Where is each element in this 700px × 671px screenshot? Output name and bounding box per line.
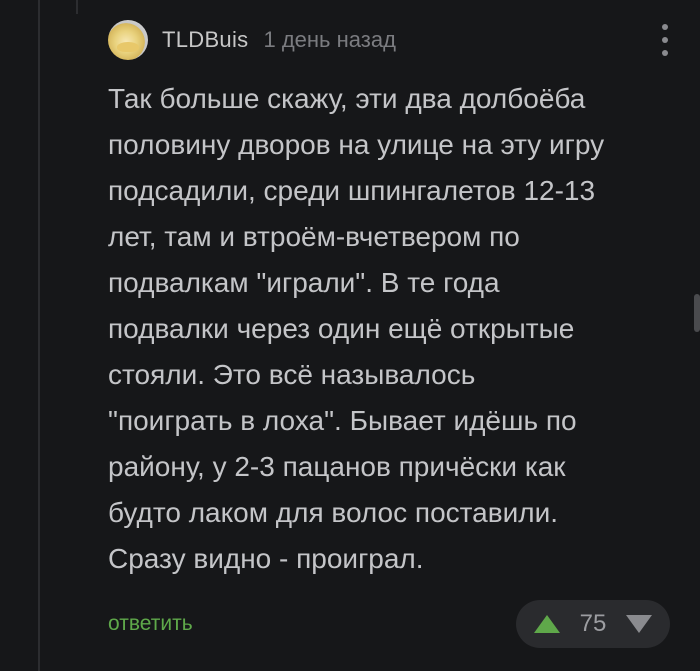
- comment-body: Так больше скажу, эти два долбоёба полов…: [108, 76, 668, 582]
- upvote-arrow-icon[interactable]: [534, 615, 560, 633]
- comment-line: половину дворов на улице на эту игру: [108, 129, 605, 160]
- vote-control: 75: [516, 600, 670, 648]
- more-dot: [662, 37, 668, 43]
- comment-line: лет, там и втроём-вчетвером по: [108, 221, 520, 252]
- comment-line: Сразу видно - проиграл.: [108, 543, 424, 574]
- comment-footer: ответить 75: [108, 600, 670, 648]
- comment-line: подвалки через один ещё открытые: [108, 313, 575, 344]
- scrollbar[interactable]: [694, 294, 700, 332]
- avatar-icon[interactable]: [108, 20, 148, 60]
- more-dot: [662, 50, 668, 56]
- comment-line: стояли. Это всё называлось: [108, 359, 476, 390]
- thread-line-stub: [76, 0, 78, 14]
- more-dot: [662, 24, 668, 30]
- thread-line: [38, 0, 40, 671]
- comment-line: подвалкам "играли". В те года: [108, 267, 500, 298]
- comment-line: будто лаком для волос поставили.: [108, 497, 558, 528]
- comment-line: подсадили, среди шпингалетов 12-13: [108, 175, 596, 206]
- comment-line: Так больше скажу, эти два долбоёба: [108, 83, 586, 114]
- comment-rating: 75: [579, 610, 607, 637]
- more-vertical-icon[interactable]: [660, 24, 670, 56]
- comment-line: району, у 2-3 пацанов причёски как: [108, 451, 566, 482]
- comment-author[interactable]: TLDBuis: [162, 27, 248, 53]
- comment-timestamp[interactable]: 1 день назад: [263, 27, 395, 53]
- downvote-arrow-icon[interactable]: [625, 615, 652, 633]
- comment-header: TLDBuis 1 день назад: [108, 20, 670, 60]
- reply-button[interactable]: ответить: [108, 612, 193, 636]
- comment-line: "поиграть в лоха". Бывает идёшь по: [108, 405, 577, 436]
